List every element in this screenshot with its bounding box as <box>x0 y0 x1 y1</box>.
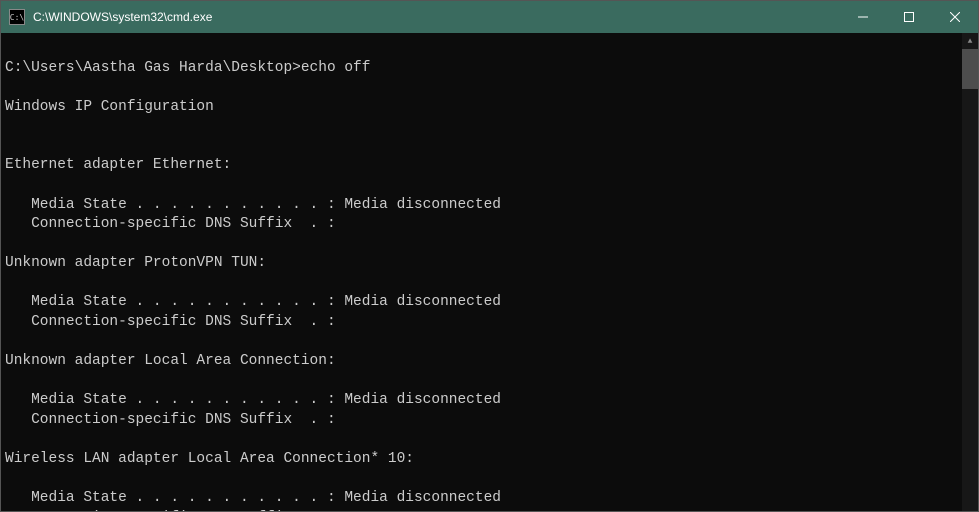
window-controls <box>840 1 978 33</box>
terminal-output[interactable]: C:\Users\Aastha Gas Harda\Desktop>echo o… <box>1 33 962 511</box>
minimize-button[interactable] <box>840 1 886 33</box>
terminal-area[interactable]: C:\Users\Aastha Gas Harda\Desktop>echo o… <box>1 33 978 511</box>
close-button[interactable] <box>932 1 978 33</box>
window-title: C:\WINDOWS\system32\cmd.exe <box>33 10 840 24</box>
scroll-thumb[interactable] <box>962 49 978 89</box>
minimize-icon <box>858 12 868 22</box>
app-icon: C:\ <box>9 9 25 25</box>
maximize-icon <box>904 12 914 22</box>
window-titlebar[interactable]: C:\ C:\WINDOWS\system32\cmd.exe <box>1 1 978 33</box>
close-icon <box>950 12 960 22</box>
maximize-button[interactable] <box>886 1 932 33</box>
vertical-scrollbar[interactable]: ▲ <box>962 33 978 511</box>
scroll-up-arrow-icon[interactable]: ▲ <box>962 33 978 49</box>
